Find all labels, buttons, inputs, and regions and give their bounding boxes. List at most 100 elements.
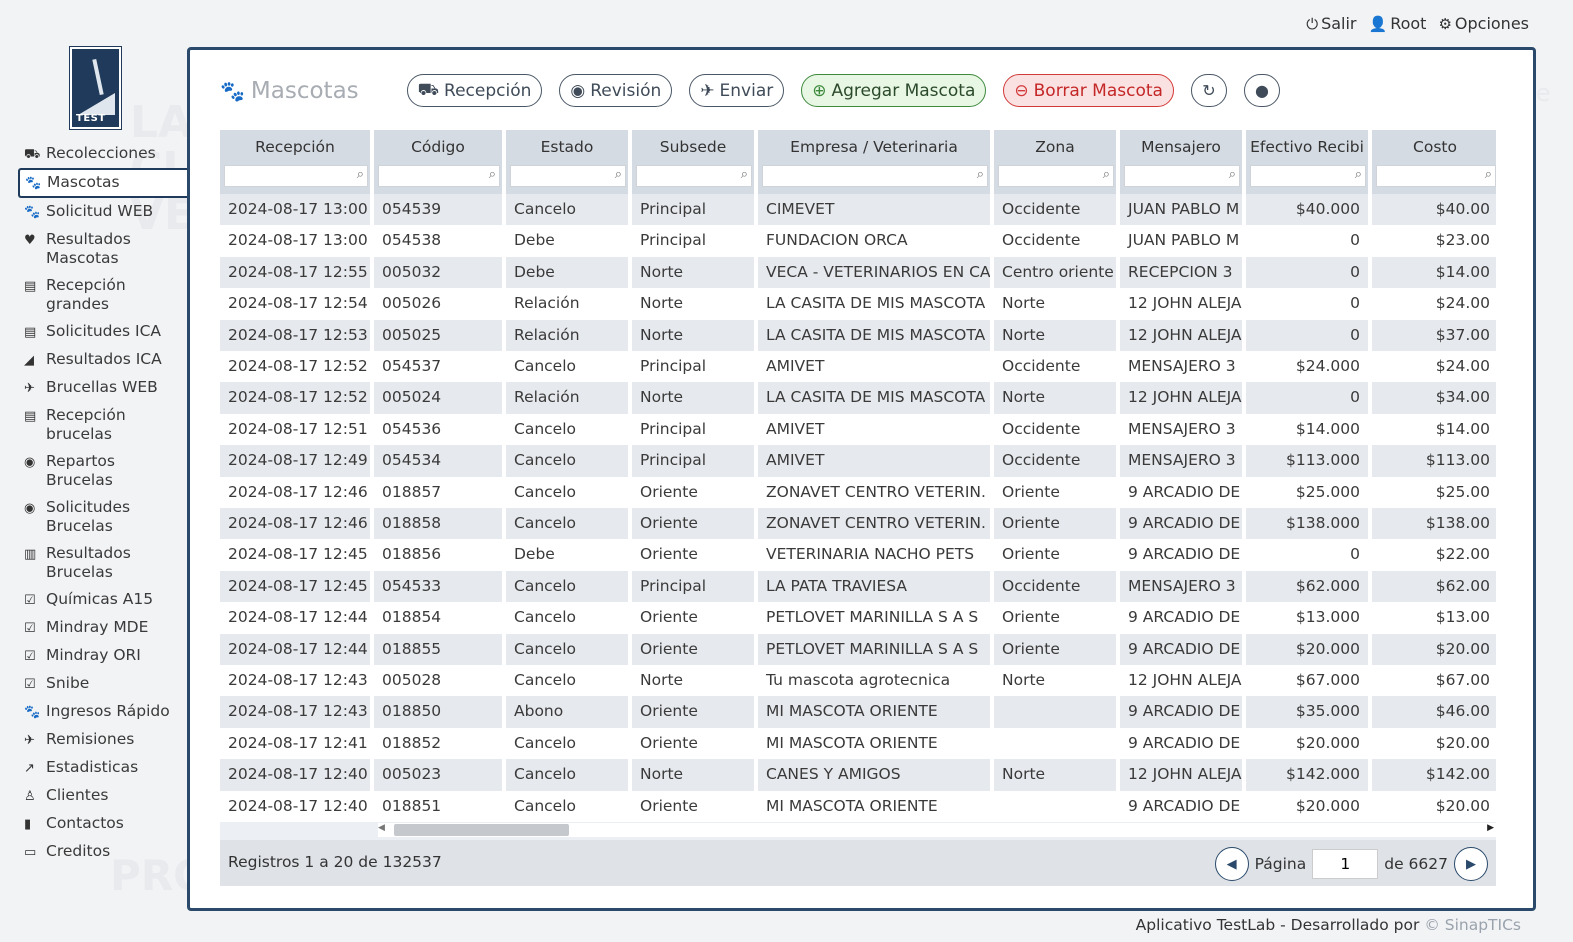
sidebar-item[interactable]: ✈ Brucellas WEB	[18, 374, 190, 402]
scrollbar-thumb[interactable]	[394, 824, 569, 836]
delete-pet-button[interactable]: ⊖ Borrar Mascota	[1003, 74, 1174, 107]
cell-subsede: Norte	[632, 319, 758, 352]
column-header-costo[interactable]: Costo ⌕	[1372, 130, 1496, 194]
bomb-icon: ●	[1254, 81, 1269, 100]
cell-subsede: Principal	[632, 225, 758, 257]
column-filter-input[interactable]: ⌕	[510, 165, 626, 187]
sidebar-item[interactable]: 🐾 Solicitud WEB	[18, 198, 190, 226]
user-link[interactable]: 👤 Root	[1369, 14, 1427, 33]
sidebar-item[interactable]: ✈ Remisiones	[18, 726, 190, 754]
next-page-button[interactable]: ▶	[1454, 847, 1488, 881]
cell-subsede: Norte	[632, 256, 758, 289]
sidebar-item[interactable]: ◉ Repartos Brucelas	[18, 448, 190, 494]
column-header-subsede[interactable]: Subsede ⌕	[632, 130, 758, 194]
prev-page-button[interactable]: ◀	[1214, 847, 1249, 881]
column-header-mensajero[interactable]: Mensajero ⌕	[1120, 130, 1246, 194]
table-row[interactable]: 2024-08-17 12:43 018850 Abono Oriente MI MAS…	[220, 696, 1496, 728]
column-filter-input[interactable]: ⌕	[636, 165, 752, 187]
refresh-icon: ↻	[1202, 81, 1216, 100]
table-row[interactable]: 2024-08-17 12:46 018857 Cancelo Oriente ZONA…	[220, 476, 1496, 509]
sidebar-item[interactable]: ◉ Solicitudes Brucelas	[18, 494, 190, 540]
sidebar-item[interactable]: 🐾 Ingresos Rápido	[18, 698, 190, 726]
column-header-empresa[interactable]: Empresa / Veterinaria ⌕	[758, 130, 994, 194]
toolbar: 🐾 Mascotas ⛟ Recepción ◉ Revisión ✈ Envi…	[220, 74, 1297, 107]
app-logo[interactable]: TEST	[69, 46, 122, 130]
sidebar-item[interactable]: 🐾 Mascotas	[18, 168, 190, 198]
cell-recepcion: 2024-08-17 12:40	[220, 759, 374, 791]
table-row[interactable]: 2024-08-17 12:52 054537 Cancelo Principal AM…	[220, 351, 1496, 383]
horizontal-scrollbar[interactable]: ◀ ▶	[378, 823, 1496, 837]
column-header-label: Recepción	[255, 138, 335, 156]
table-row[interactable]: 2024-08-17 12:51 054536 Cancelo Principal AM…	[220, 413, 1496, 446]
add-pet-button[interactable]: ⊕ Agregar Mascota	[801, 74, 987, 107]
table-row[interactable]: 2024-08-17 12:45 054533 Cancelo Principal LA…	[220, 570, 1496, 603]
refresh-button[interactable]: ↻	[1190, 74, 1227, 107]
cell-subsede: Norte	[632, 759, 758, 791]
cell-costo: $40.00	[1372, 194, 1496, 226]
sidebar-item-label: Mascotas	[47, 173, 120, 191]
sidebar-item[interactable]: ♙ Clientes	[18, 782, 190, 810]
sidebar-item[interactable]: ◢ Resultados ICA	[18, 346, 190, 374]
sidebar-item[interactable]: ▥ Resultados Brucelas	[18, 540, 190, 586]
column-header-efectivo[interactable]: Efectivo Recibi ⌕	[1246, 130, 1372, 194]
sidebar-item[interactable]: ☑ Mindray MDE	[18, 614, 190, 642]
table-row[interactable]: 2024-08-17 12:44 018854 Cancelo Oriente PETL…	[220, 602, 1496, 634]
options-link[interactable]: ⚙ Opciones	[1438, 14, 1529, 33]
column-header-codigo[interactable]: Código ⌕	[374, 130, 506, 194]
sidebar-item[interactable]: ▤ Recepción grandes	[18, 272, 190, 318]
table-row[interactable]: 2024-08-17 13:00 054539 Cancelo Principal CI…	[220, 194, 1496, 226]
table-row[interactable]: 2024-08-17 12:46 018858 Cancelo Oriente ZONA…	[220, 508, 1496, 540]
column-filter-input[interactable]: ⌕	[378, 165, 500, 187]
sidebar-item[interactable]: ↗ Estadisticas	[18, 754, 190, 782]
table-row[interactable]: 2024-08-17 12:49 054534 Cancelo Principal AM…	[220, 445, 1496, 477]
scroll-right-icon[interactable]: ▶	[1487, 823, 1494, 833]
sidebar-item[interactable]: ☑ Mindray ORI	[18, 642, 190, 670]
column-filter-input[interactable]: ⌕	[1124, 165, 1240, 187]
scroll-left-icon[interactable]: ◀	[378, 823, 385, 833]
cell-estado: Cancelo	[506, 194, 632, 226]
table-row[interactable]: 2024-08-17 12:55 005032 Debe Norte VECA - VE…	[220, 256, 1496, 289]
cell-empresa: LA CASITA DE MIS MASCOTA	[758, 382, 994, 414]
grid-body[interactable]: 2024-08-17 13:00 054539 Cancelo Principal CI…	[220, 194, 1496, 822]
table-row[interactable]: 2024-08-17 12:52 005024 Relación Norte LA CA…	[220, 382, 1496, 414]
plane-icon: ✈	[700, 80, 715, 101]
table-row[interactable]: 2024-08-17 12:54 005026 Relación Norte LA CA…	[220, 288, 1496, 320]
page-number-input[interactable]	[1312, 849, 1379, 879]
table-row[interactable]: 2024-08-17 12:43 005028 Cancelo Norte Tu mas…	[220, 665, 1496, 697]
logout-link[interactable]: ⏻ Salir	[1306, 14, 1356, 33]
table-row[interactable]: 2024-08-17 12:40 018851 Cancelo Oriente MI M…	[220, 790, 1496, 822]
table-row[interactable]: 2024-08-17 12:41 018852 Cancelo Oriente MI M…	[220, 727, 1496, 760]
column-filter-input[interactable]: ⌕	[762, 165, 988, 187]
column-header-zona[interactable]: Zona ⌕	[994, 130, 1120, 194]
cell-codigo: 054536	[374, 413, 506, 446]
cell-codigo: 018850	[374, 696, 506, 728]
column-filter-input[interactable]: ⌕	[1376, 165, 1496, 187]
cell-empresa: MI MASCOTA ORIENTE	[758, 727, 994, 760]
sidebar-item[interactable]: ☑ Snibe	[18, 670, 190, 698]
sidebar-item-label: Remisiones	[46, 730, 135, 748]
column-filter-input[interactable]: ⌕	[998, 165, 1114, 187]
footer-brand-link[interactable]: SinapTICs	[1445, 916, 1521, 934]
sidebar-item[interactable]: ▮ Contactos	[18, 810, 190, 838]
sidebar-item[interactable]: ☑ Químicas A15	[18, 586, 190, 614]
column-filter-input[interactable]: ⌕	[224, 165, 368, 187]
cell-subsede: Norte	[632, 288, 758, 320]
table-row[interactable]: 2024-08-17 12:53 005025 Relación Norte LA CA…	[220, 319, 1496, 352]
table-row[interactable]: 2024-08-17 12:40 005023 Cancelo Norte CANES …	[220, 759, 1496, 791]
table-row[interactable]: 2024-08-17 12:45 018856 Debe Oriente VETERIN…	[220, 539, 1496, 571]
column-header-recepcion[interactable]: Recepción ⌕	[220, 130, 374, 194]
sidebar-item[interactable]: ♥ Resultados Mascotas	[18, 226, 190, 272]
recepcion-button[interactable]: ⛟ Recepción	[406, 74, 543, 107]
enviar-button[interactable]: ✈ Enviar	[689, 74, 785, 107]
column-header-estado[interactable]: Estado ⌕	[506, 130, 632, 194]
cell-codigo: 005026	[374, 288, 506, 320]
table-row[interactable]: 2024-08-17 12:44 018855 Cancelo Oriente PETL…	[220, 633, 1496, 666]
sidebar-item[interactable]: ▤ Recepción brucelas	[18, 402, 190, 448]
sidebar-item[interactable]: ▭ Creditos	[18, 838, 190, 866]
sidebar-item[interactable]: ⛟ Recolecciones	[18, 140, 190, 168]
table-row[interactable]: 2024-08-17 13:00 054538 Debe Principal FUNDA…	[220, 225, 1496, 257]
column-filter-input[interactable]: ⌕	[1250, 165, 1366, 187]
revision-button[interactable]: ◉ Revisión	[559, 74, 673, 107]
sidebar-item[interactable]: ▤ Solicitudes ICA	[18, 318, 190, 346]
bomb-button[interactable]: ●	[1243, 74, 1280, 107]
